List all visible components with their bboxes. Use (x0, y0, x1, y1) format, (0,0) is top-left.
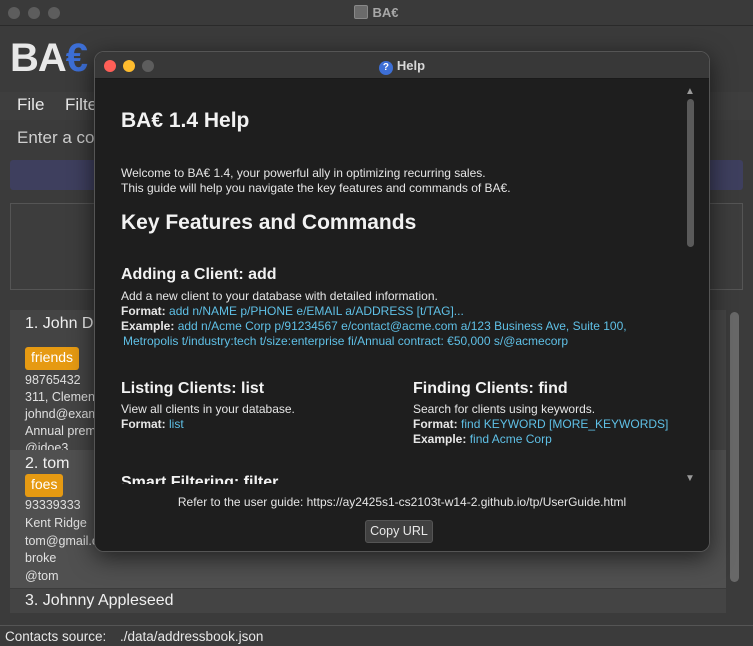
menu-filter[interactable]: Filte (65, 95, 97, 115)
list-desc: View all clients in your database. (121, 402, 295, 416)
filter-title-partial: Smart Filtering: filter (121, 474, 279, 484)
person-handle: @tom (25, 569, 59, 583)
main-titlebar: BA€ (0, 0, 753, 26)
person-name: 1. John Do (25, 315, 103, 332)
window-title: BA€ (0, 5, 753, 20)
person-name: 2. tom (25, 455, 70, 472)
help-question-icon: ? (378, 61, 393, 75)
person-remark: broke (25, 551, 57, 565)
app-icon (354, 5, 369, 19)
help-dialog: ? Help BA€ 1.4 Help Welcome to BA€ 1.4, y… (94, 51, 710, 552)
help-scrollbar[interactable] (687, 99, 694, 247)
add-example-line-2: Metropolis t/industry:tech t/size:enterp… (123, 334, 569, 348)
find-format: Format: find KEYWORD [MORE_KEYWORDS] (413, 417, 669, 431)
find-desc: Search for clients using keywords. (413, 402, 596, 416)
list-title: Listing Clients: list (121, 380, 265, 397)
person-remark: Annual prem (25, 424, 96, 438)
find-example: Example: find Acme Corp (413, 432, 552, 446)
dialog-title: ? Help (95, 58, 709, 75)
menu-file[interactable]: File (17, 95, 44, 115)
person-tag: friends (25, 347, 80, 370)
add-format: Format: add n/NAME p/PHONE e/EMAIL a/ADD… (121, 304, 464, 318)
add-title: Adding a Client: add (121, 266, 277, 283)
person-tag: foes (25, 474, 64, 497)
list-scrollbar[interactable] (730, 312, 739, 582)
brand-logo: BA€ (10, 36, 88, 80)
add-desc: Add a new client to your database with d… (121, 289, 438, 303)
status-value: ./data/addressbook.json (120, 629, 264, 644)
person-name: 3. Johnny Appleseed (25, 592, 174, 609)
status-label: Contacts source: (5, 629, 107, 644)
help-heading: BA€ 1.4 Help (121, 109, 250, 132)
intro-line-2: This guide will help you navigate the ke… (121, 181, 511, 195)
add-example: Example: add n/Acme Corp p/91234567 e/co… (121, 319, 627, 333)
person-card[interactable]: 3. Johnny Appleseed (10, 589, 726, 613)
person-email: johnd@exam (25, 407, 99, 421)
intro-line-1: Welcome to BA€ 1.4, your powerful ally i… (121, 166, 486, 180)
person-phone: 93339333 (25, 498, 81, 512)
person-address: 311, Clement (25, 390, 99, 404)
person-phone: 98765432 (25, 373, 81, 387)
dialog-footer: Refer to the user guide: https://ay2425s… (95, 484, 709, 551)
copy-url-button[interactable]: Copy URL (365, 520, 433, 543)
list-format: Format: list (121, 417, 184, 431)
section-title: Key Features and Commands (121, 211, 417, 234)
user-guide-text: Refer to the user guide: https://ay2425s… (177, 495, 627, 509)
person-email: tom@gmail.c (25, 534, 99, 548)
scroll-up-arrow-icon[interactable]: ▲ (685, 86, 695, 97)
dialog-titlebar: ? Help (95, 52, 709, 79)
person-address: Kent Ridge (25, 516, 87, 530)
find-title: Finding Clients: find (413, 380, 568, 397)
scroll-down-arrow-icon[interactable]: ▼ (685, 473, 695, 484)
help-content: BA€ 1.4 Help Welcome to BA€ 1.4, your po… (95, 80, 685, 484)
status-bar: Contacts source: ./data/addressbook.json (0, 625, 753, 646)
command-placeholder: Enter a co (17, 128, 95, 147)
